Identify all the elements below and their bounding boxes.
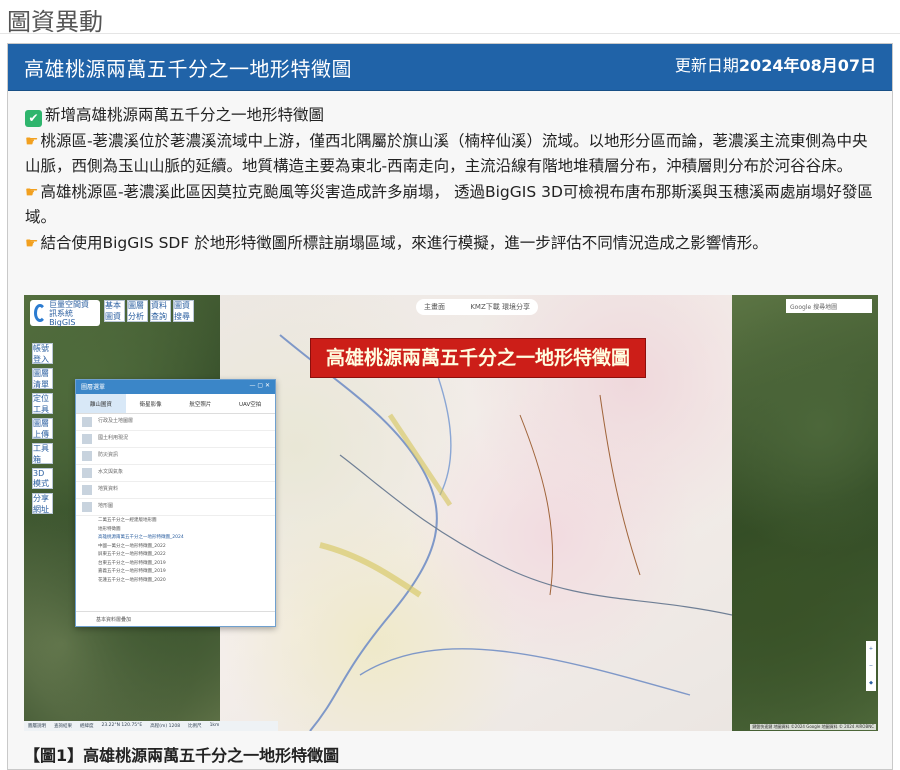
toolbar-layer-analysis-button[interactable]: 圖層分析	[127, 300, 148, 322]
status-item: 比例尺	[188, 724, 202, 729]
map-actions-label: KMZ下載 環境分享	[470, 303, 530, 311]
toolbar-search-button[interactable]: 圖資搜尋	[173, 300, 194, 322]
pointing-hand-icon: ☛	[25, 131, 39, 150]
zoom-out-icon[interactable]: −	[869, 663, 873, 669]
share-button[interactable]: 分享網址	[32, 493, 53, 514]
google-map-search[interactable]: Google 搜尋地圖	[786, 299, 872, 313]
satellite-imagery-right	[732, 295, 878, 731]
card-header: 高雄桃源兩萬五千分之一地形特徵圖 更新日期2024年08月07日	[8, 44, 892, 91]
toolbar-basemap-button[interactable]: 基本圖資	[104, 300, 125, 322]
status-item: 1km	[209, 723, 220, 728]
tab-satellite[interactable]: 衛星影像	[126, 394, 176, 413]
desc-line-1-text: 新增高雄桃源兩萬五千分之一地形特徵圖	[45, 106, 325, 124]
date-value: 2024年08月07日	[738, 56, 876, 75]
map-status-bar: 圖層說明 查詢結果 經緯度 23.22°N 120.75°E 高程(m) 120…	[24, 721, 278, 731]
update-date: 更新日期2024年08月07日	[675, 52, 876, 76]
map-zoom-controls: + − ◆	[866, 641, 876, 691]
description: ✔ 新增高雄桃源兩萬五千分之一地形特徵圖 ☛ 桃源區-荖濃溪位於荖濃溪流域中上游，僅…	[8, 91, 892, 256]
3d-mode-button[interactable]: 3D模式	[32, 468, 53, 489]
layer-group-row[interactable]: 地質資料	[76, 482, 275, 499]
desc-line-4-text: 結合使用BigGIS SDF 於地形特徵圖所標註崩塌區域，來進行模擬，進一步評估…	[40, 233, 768, 252]
layer-panel-header: 圖層選單 — ▢ ✕	[76, 380, 275, 394]
status-item: 經緯度	[80, 724, 94, 729]
login-button[interactable]: 帳號登入	[32, 343, 53, 364]
locate-button[interactable]: 定位工具	[32, 393, 53, 414]
tab-base-layers[interactable]: 離山圖資	[76, 394, 126, 413]
layer-item[interactable]: 嘉義五千分之一地形特徵圖_2019	[76, 567, 275, 576]
map-home-label: 主畫面	[424, 303, 445, 311]
status-item: 高程(m) 1208	[150, 724, 181, 729]
desc-line-3: ☛ 高雄桃源區-荖濃溪此區因莫拉克颱風等災害造成許多崩塌， 透過BigGIS 3D…	[25, 180, 876, 231]
desc-line-2-text: 桃源區-荖濃溪位於荖濃溪流域中上游，僅西北隅屬於旗山溪（楠梓仙溪）流域。以地形分…	[25, 131, 868, 176]
date-label: 更新日期	[674, 56, 739, 75]
layer-item[interactable]: 二萬五千分之一經建版地形圖	[76, 516, 275, 525]
layer-item[interactable]: 花蓮五千分之一地形特徵圖_2020	[76, 576, 275, 585]
check-icon: ✔	[25, 110, 42, 127]
update-card: 高雄桃源兩萬五千分之一地形特徵圖 更新日期2024年08月07日 ✔ 新增高雄桃源…	[7, 43, 893, 770]
layer-item[interactable]: 屏東五千分之一地形特徵圖_2022	[76, 550, 275, 559]
biggis-logo-icon	[34, 304, 47, 322]
map-title-banner: 高雄桃源兩萬五千分之一地形特徵圖	[310, 338, 646, 378]
card-title: 高雄桃源兩萬五千分之一地形特徵圖	[24, 56, 352, 81]
layer-item[interactable]: 地形特徵圖	[76, 525, 275, 534]
layer-panel-footer[interactable]: 基本資料層疊加	[76, 611, 275, 626]
map-figure: 主畫面 KMZ下載 環境分享 Google 搜尋地圖 巨量空間資訊系統 BigGI…	[24, 295, 878, 731]
toolbox-button[interactable]: 工具箱	[32, 443, 53, 464]
layer-group-row[interactable]: 國土利用現況	[76, 431, 275, 448]
tab-aerial[interactable]: 航空照片	[176, 394, 226, 413]
pointing-hand-icon: ☛	[25, 233, 39, 252]
window-controls-icon[interactable]: — ▢ ✕	[249, 382, 270, 392]
biggis-logo: 巨量空間資訊系統 BigGIS	[30, 299, 100, 327]
compass-icon[interactable]: ◆	[869, 680, 873, 686]
tab-uav[interactable]: UAV空拍	[225, 394, 275, 413]
map-side-toolbar: 帳號登入 圖層清單 定位工具 圖層上傳 工具箱 3D模式 分享網址	[32, 343, 54, 514]
desc-line-3-text: 高雄桃源區-荖濃溪此區因莫拉克颱風等災害造成許多崩塌， 透過BigGIS 3D可…	[25, 182, 873, 227]
pointing-hand-icon: ☛	[25, 182, 39, 201]
upload-button[interactable]: 圖層上傳	[32, 418, 53, 439]
status-item[interactable]: 查詢結果	[54, 723, 72, 729]
status-item[interactable]: 圖層說明	[28, 723, 46, 729]
zoom-in-icon[interactable]: +	[869, 646, 873, 652]
layer-group-row[interactable]: 水文與氣象	[76, 465, 275, 482]
layer-group-row[interactable]: 行政及土地圖層	[76, 414, 275, 431]
desc-line-1: ✔ 新增高雄桃源兩萬五千分之一地形特徵圖	[25, 103, 876, 129]
page-heading: 圖資異動	[0, 0, 900, 36]
figure-caption: 【圖1】高雄桃源兩萬五千分之一地形特徵圖	[24, 746, 340, 765]
desc-line-2: ☛ 桃源區-荖濃溪位於荖濃溪流域中上游，僅西北隅屬於旗山溪（楠梓仙溪）流域。以地形…	[25, 129, 876, 180]
layer-panel-title: 圖層選單	[81, 384, 106, 391]
status-item: 23.22°N 120.75°E	[101, 723, 143, 728]
layer-item[interactable]: 高雄桃源兩萬五千分之一地形特徵圖_2024	[76, 533, 275, 542]
layer-group-row[interactable]: 防災資訊	[76, 448, 275, 465]
layer-item[interactable]: 中國一萬分之一地形特徵圖_2022	[76, 542, 275, 551]
map-top-toolbar: 基本圖資 圖層分析 資料查詢 圖資搜尋	[104, 300, 194, 322]
layer-list-button[interactable]: 圖層清單	[32, 368, 53, 389]
layer-group-row[interactable]: 地形圖	[76, 499, 275, 516]
layer-panel-tabs: 離山圖資 衛星影像 航空照片 UAV空拍	[76, 394, 275, 414]
map-search-bar[interactable]: 主畫面 KMZ下載 環境分享	[416, 299, 538, 315]
layer-panel: 圖層選單 — ▢ ✕ 離山圖資 衛星影像 航空照片 UAV空拍 行政及土地圖層 國…	[75, 379, 276, 627]
biggis-logo-text: 巨量空間資訊系統 BigGIS	[49, 299, 90, 327]
layer-item[interactable]: 台東五千分之一地形特徵圖_2019	[76, 559, 275, 568]
map-attribution: 鍵盤快速鍵 地圖資料 ©2024 Google 地圖資料 © 2024 AIRO…	[750, 724, 876, 730]
desc-line-4: ☛ 結合使用BigGIS SDF 於地形特徵圖所標註崩塌區域，來進行模擬，進一步評…	[25, 231, 876, 257]
toolbar-query-button[interactable]: 資料查詢	[150, 300, 171, 322]
